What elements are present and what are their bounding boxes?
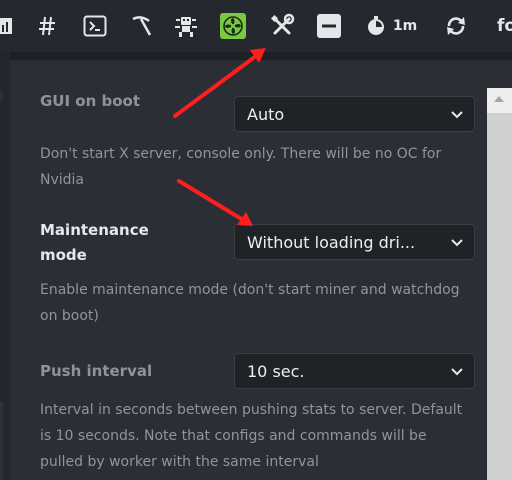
- maintenance-mode-label: Maintenance mode: [40, 221, 149, 264]
- push-interval-value: 10 sec.: [247, 361, 305, 381]
- robot-icon[interactable]: [172, 10, 200, 42]
- gui-on-boot-description: Don't start X server, console only. Ther…: [40, 146, 442, 188]
- chevron-down-icon: [451, 239, 463, 247]
- top-toolbar: 1m fo: [0, 0, 512, 52]
- chevron-down-icon: [451, 368, 463, 376]
- gui-on-boot-label: GUI on boot: [40, 92, 141, 110]
- terminal-icon[interactable]: [82, 10, 108, 42]
- push-interval-select[interactable]: 10 sec.: [234, 353, 475, 389]
- timer-icon[interactable]: [366, 10, 386, 42]
- chevron-down-icon: [451, 111, 463, 119]
- background-strip: [0, 52, 10, 480]
- gui-on-boot-select[interactable]: Auto: [234, 96, 475, 132]
- gui-on-boot-value: Auto: [247, 104, 285, 124]
- timer-label: 1m: [392, 18, 418, 34]
- maintenance-mode-value: Without loading dri...: [247, 232, 416, 252]
- hash-icon[interactable]: [34, 10, 60, 42]
- minus-icon[interactable]: [316, 10, 342, 42]
- push-interval-label: Push interval: [40, 362, 153, 380]
- scrollbar-thumb[interactable]: [487, 113, 512, 480]
- refresh-icon[interactable]: [444, 10, 468, 42]
- toolbar-overflow-text[interactable]: fo: [497, 10, 512, 42]
- scroll-up-icon[interactable]: [494, 96, 504, 102]
- pickaxe-icon[interactable]: [128, 10, 154, 42]
- chart-icon[interactable]: [0, 10, 14, 42]
- maintenance-mode-description: Enable maintenance mode (don't start min…: [40, 282, 460, 324]
- fan-icon[interactable]: [220, 10, 246, 42]
- maintenance-mode-select[interactable]: Without loading dri...: [234, 224, 475, 260]
- strip-marker: [0, 92, 3, 100]
- strip-marker: [0, 402, 3, 480]
- push-interval-description: Interval in seconds between pushing stat…: [40, 402, 463, 470]
- tools-icon[interactable]: [268, 10, 296, 42]
